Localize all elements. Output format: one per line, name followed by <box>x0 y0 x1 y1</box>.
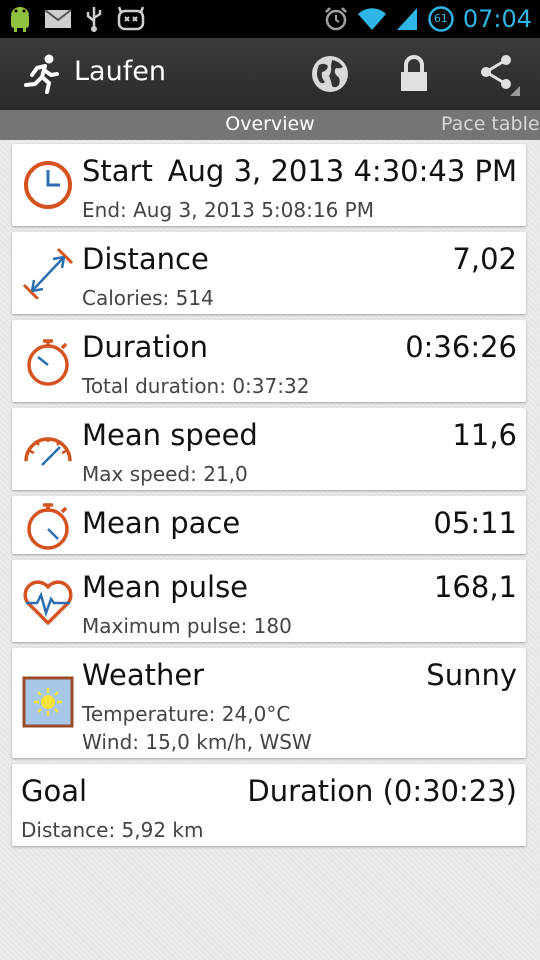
mean-pace-label: Mean pace <box>82 506 241 540</box>
mean-pace-card[interactable]: Mean pace 05:11 <box>12 496 526 554</box>
runner-icon[interactable] <box>20 52 64 96</box>
battery-level: 61 <box>433 12 448 25</box>
weather-card[interactable]: Weather Sunny Temperature: 24,0°C Wind: … <box>12 648 526 758</box>
goal-value: Duration (0:30:23) <box>247 774 517 808</box>
status-bar: 61 07:04 <box>0 0 540 38</box>
mean-speed-card[interactable]: Mean speed 11,6 Max speed: 21,0 <box>12 408 526 490</box>
tab-pace-table[interactable]: Pace table <box>441 113 540 135</box>
distance-label: Distance <box>82 242 209 276</box>
speedometer-icon <box>24 437 72 466</box>
mean-speed-value: 11,6 <box>452 418 517 452</box>
share-icon <box>481 55 520 96</box>
globe-icon <box>312 56 348 92</box>
mean-pulse-value: 168,1 <box>433 570 517 604</box>
wind: Wind: 15,0 km/h, WSW <box>82 730 312 754</box>
max-pulse: Maximum pulse: 180 <box>82 614 292 638</box>
weather-value: Sunny <box>426 658 517 692</box>
goal-card[interactable]: Goal Duration (0:30:23) Distance: 5,92 k… <box>12 764 526 846</box>
start-value: Aug 3, 2013 4:30:43 PM <box>167 154 517 188</box>
tab-overview[interactable]: Overview <box>206 113 334 135</box>
mail-icon <box>44 9 72 28</box>
total-duration: Total duration: 0:37:32 <box>82 374 310 398</box>
start-card[interactable]: Start Aug 3, 2013 4:30:43 PM End: Aug 3,… <box>12 144 526 226</box>
goal-distance: Distance: 5,92 km <box>21 818 204 842</box>
mean-pulse-card[interactable]: Mean pulse 168,1 Maximum pulse: 180 <box>12 560 526 642</box>
heart-pulse-icon <box>23 580 73 625</box>
distance-value: 7,02 <box>452 242 517 276</box>
alarm-icon <box>324 7 347 31</box>
clock-icon <box>24 161 72 209</box>
stopwatch-icon <box>27 339 69 386</box>
android-debug-icon <box>11 7 29 32</box>
overview-list: Start Aug 3, 2013 4:30:43 PM End: Aug 3,… <box>0 140 540 960</box>
globe-button[interactable] <box>308 52 352 96</box>
distance-arrow-icon <box>22 247 74 299</box>
battery-icon: 61 <box>427 5 455 33</box>
stopwatch-icon <box>27 503 69 550</box>
temperature: Temperature: 24,0°C <box>82 702 291 726</box>
duration-label: Duration <box>82 330 208 364</box>
tab-bar: Overview Pace table <box>0 110 540 140</box>
cyanogen-icon <box>117 6 145 31</box>
duration-value: 0:36:26 <box>405 330 517 364</box>
start-label: Start <box>82 154 153 188</box>
goal-label: Goal <box>21 774 88 808</box>
mean-speed-label: Mean speed <box>82 418 258 452</box>
lock-icon <box>401 55 427 91</box>
share-button[interactable] <box>476 52 520 96</box>
lock-button[interactable] <box>392 52 436 96</box>
sun-icon <box>22 676 74 728</box>
weather-label: Weather <box>82 658 205 692</box>
distance-card[interactable]: Distance 7,02 Calories: 514 <box>12 232 526 314</box>
calories: Calories: 514 <box>82 286 214 310</box>
duration-card[interactable]: Duration 0:36:26 Total duration: 0:37:32 <box>12 320 526 402</box>
wifi-icon <box>357 8 386 30</box>
clock-time: 07:04 <box>462 5 532 33</box>
usb-icon <box>86 7 102 32</box>
end-time: End: Aug 3, 2013 5:08:16 PM <box>82 198 374 222</box>
action-bar: Laufen <box>0 38 540 110</box>
mean-pulse-label: Mean pulse <box>82 570 249 604</box>
mean-pace-value: 05:11 <box>433 506 517 540</box>
app-title: Laufen <box>74 56 166 87</box>
max-speed: Max speed: 21,0 <box>82 462 248 486</box>
signal-icon <box>396 8 417 30</box>
